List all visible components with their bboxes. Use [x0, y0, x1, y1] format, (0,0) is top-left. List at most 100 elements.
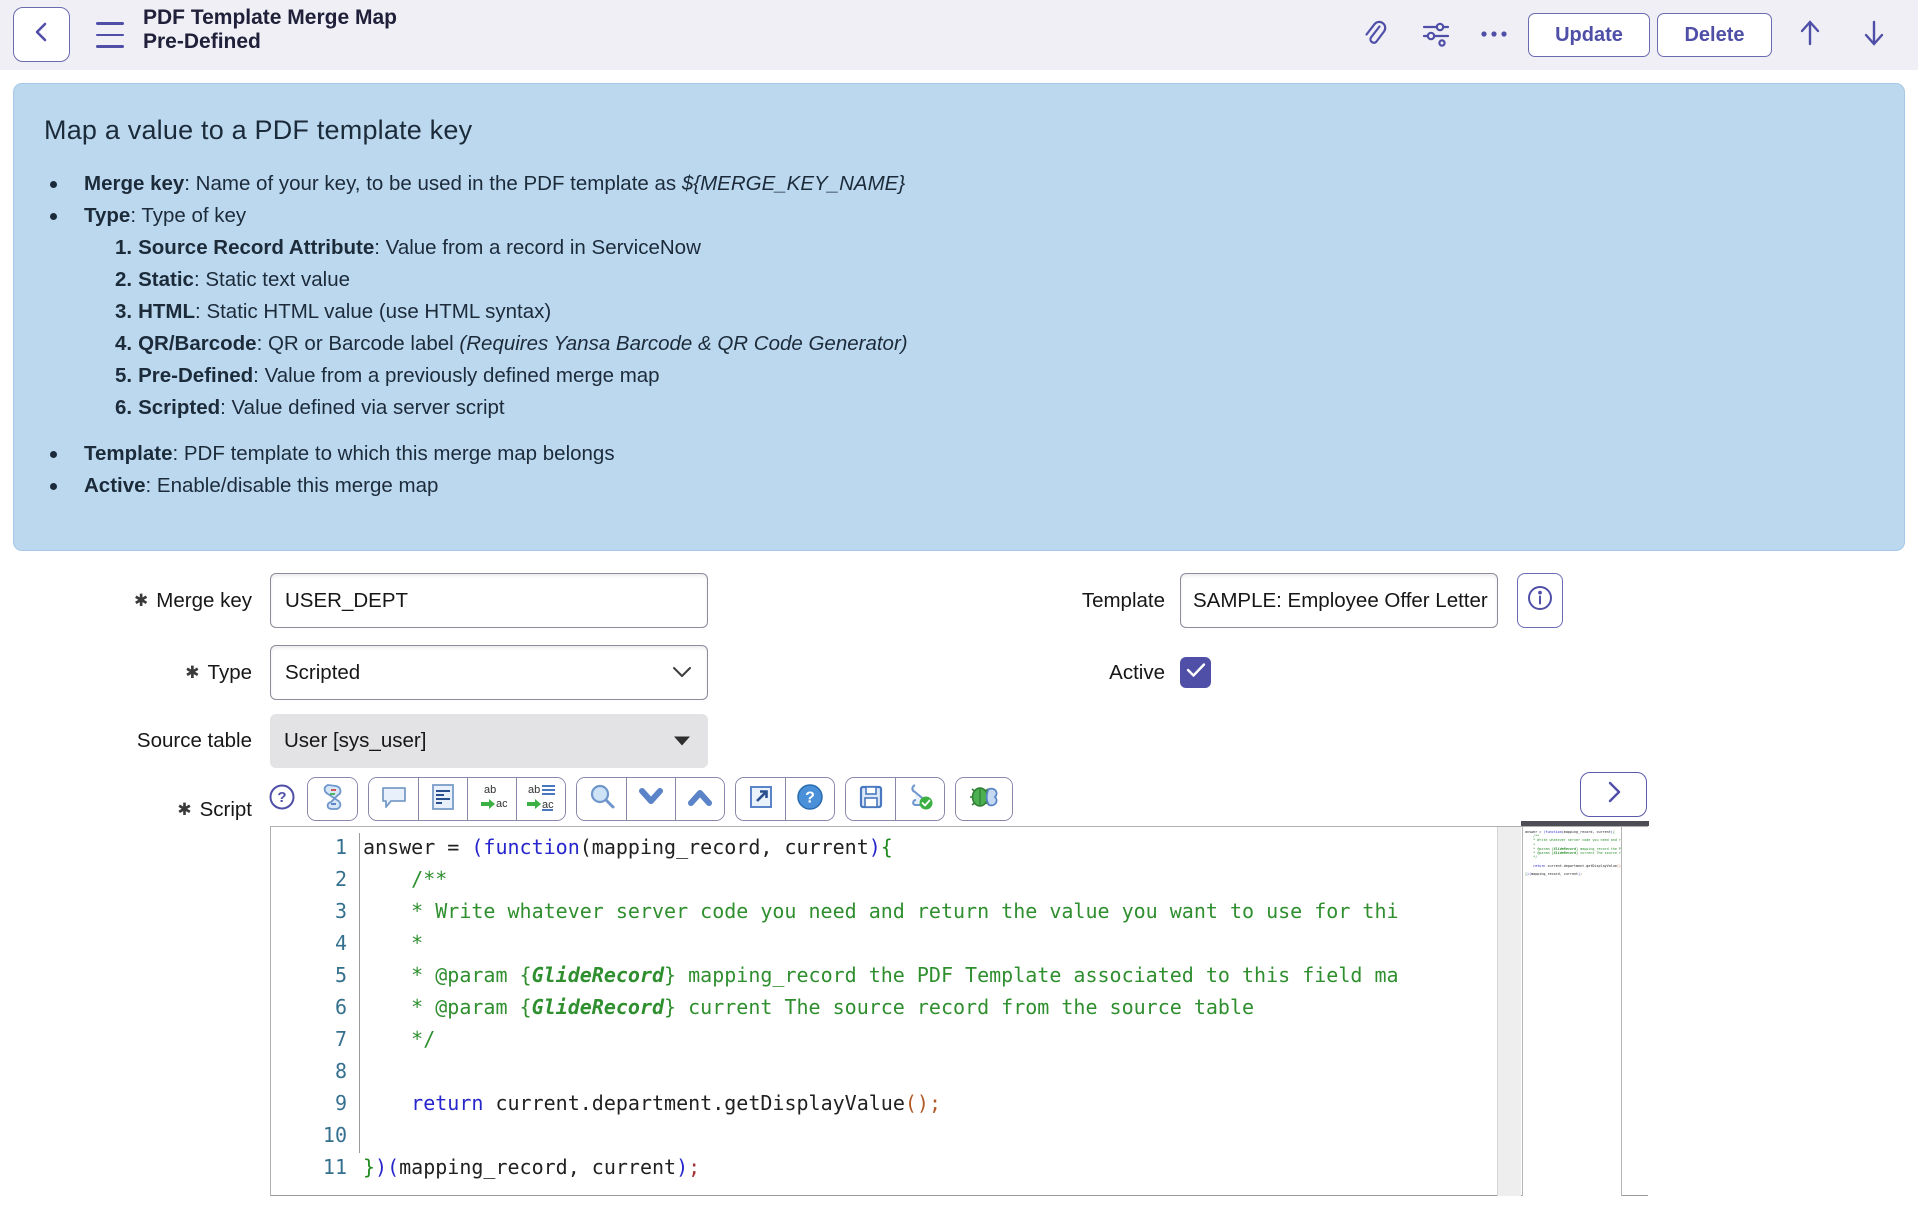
svg-text:ac: ac [496, 798, 507, 810]
open-in-new-window-button[interactable] [736, 778, 785, 820]
popout-icon [748, 784, 774, 815]
script-editor: 1234567891011 answer = (function(mapping… [270, 826, 1648, 1196]
bug-icon [967, 783, 1001, 816]
update-button[interactable]: Update [1528, 13, 1650, 57]
info-bullet-active: Active: Enable/disable this merge map [44, 470, 1874, 502]
magnifier-icon [587, 782, 617, 817]
comment-bubble-icon [380, 784, 408, 815]
validate-script-button[interactable] [895, 778, 944, 820]
chevron-down-bold-icon [637, 787, 665, 812]
type-label: ✱Type [0, 645, 252, 701]
page-title-line1: PDF Template Merge Map [143, 6, 397, 30]
info-bullet-merge-key: Merge key: Name of your key, to be used … [44, 168, 1874, 200]
script-label: ✱Script [0, 790, 252, 831]
arrow-down-icon [1859, 16, 1889, 55]
template-preview-button[interactable] [1517, 573, 1563, 628]
expand-editor-button[interactable] [1580, 772, 1647, 817]
info-sub-item-2: 2.Static: Static text value [44, 264, 1874, 296]
info-sub-item-6: 6.Scripted: Value defined via server scr… [44, 392, 1874, 424]
search-group [576, 777, 725, 821]
chevron-left-icon [30, 18, 54, 51]
page-title-line2: Pre-Defined [143, 30, 397, 54]
active-checkbox[interactable] [1180, 657, 1211, 688]
chevron-up-bold-icon [686, 787, 714, 812]
checkmark-icon [1186, 662, 1206, 683]
editor-minimap[interactable]: answer = (function(mapping_record, curre… [1522, 827, 1622, 1196]
script-field-group [307, 777, 358, 821]
personalize-form-button[interactable] [1418, 17, 1454, 53]
save-button[interactable] [846, 778, 895, 820]
svg-text:?: ? [277, 789, 286, 806]
merge-key-input[interactable]: USER_DEPT [270, 573, 708, 628]
required-icon: ✱ [185, 663, 199, 682]
save-group [845, 777, 945, 821]
bullet-icon [50, 451, 57, 458]
more-options-button[interactable] [1476, 17, 1512, 53]
edit-group: abac abac [368, 777, 566, 821]
format-code-button[interactable] [418, 778, 467, 820]
active-label: Active [900, 645, 1165, 700]
format-document-icon [430, 783, 456, 816]
template-input[interactable]: SAMPLE: Employee Offer Letter [1181, 574, 1498, 627]
replace-button[interactable]: abac [467, 778, 516, 820]
script-check-icon [905, 783, 935, 816]
help-filled-icon: ? [796, 783, 824, 816]
merge-key-value: USER_DEPT [285, 589, 408, 613]
svg-text:ab: ab [484, 784, 496, 796]
context-menu-icon[interactable] [96, 22, 124, 48]
attachment-button[interactable] [1356, 17, 1392, 53]
code-lines[interactable]: answer = (function(mapping_record, curre… [363, 831, 1497, 1183]
debug-group [955, 777, 1013, 821]
merge-key-label: ✱Merge key [0, 573, 252, 629]
scroll-up-button[interactable] [1792, 17, 1828, 53]
indent-guide [359, 833, 360, 1153]
window-group: ? [735, 777, 835, 821]
field-help-button[interactable]: ? [267, 784, 297, 814]
editor-help-button[interactable]: ? [785, 778, 834, 820]
floppy-disk-icon [858, 784, 884, 815]
find-next-button[interactable] [626, 778, 675, 820]
scroll-down-button[interactable] [1856, 17, 1892, 53]
paperclip-icon [1360, 18, 1388, 53]
replace-all-button[interactable]: abac [516, 778, 565, 820]
template-label: Template [900, 573, 1165, 628]
update-button-label: Update [1555, 24, 1623, 47]
source-table-label: Source table [0, 714, 252, 768]
minimap-content: answer = (function(mapping_record, curre… [1525, 830, 1619, 876]
type-select[interactable]: Scripted [270, 645, 708, 700]
editor-scroll-handle[interactable] [1521, 821, 1649, 826]
svg-text:ab: ab [528, 784, 540, 796]
info-message: Map a value to a PDF template key Merge … [13, 83, 1905, 551]
type-value: Scripted [285, 661, 360, 685]
page: PDF Template Merge Map Pre-Defined [0, 0, 1918, 1212]
delete-button-label: Delete [1684, 24, 1744, 47]
debug-button[interactable] [956, 778, 1012, 820]
page-title: PDF Template Merge Map Pre-Defined [143, 6, 397, 54]
toggle-comment-button[interactable] [369, 778, 418, 820]
search-button[interactable] [577, 778, 626, 820]
chevron-down-icon [671, 661, 693, 685]
template-reference-field: SAMPLE: Employee Offer Letter [1180, 573, 1498, 628]
sliders-icon [1421, 19, 1451, 52]
template-value: SAMPLE: Employee Offer Letter [1193, 589, 1488, 613]
bullet-icon [50, 483, 57, 490]
info-sub-item-1: 1.Source Record Attribute: Value from a … [44, 232, 1874, 264]
delete-button[interactable]: Delete [1657, 13, 1772, 57]
source-table-value: User [sys_user] [284, 729, 426, 753]
info-sub-item-3: 3.HTML: Static HTML value (use HTML synt… [44, 296, 1874, 328]
editor-vertical-scrollbar[interactable] [1497, 827, 1521, 1196]
info-bullet-type: Type: Type of key [44, 200, 1874, 232]
script-field-button[interactable] [308, 778, 357, 820]
form-header: PDF Template Merge Map Pre-Defined [0, 0, 1918, 70]
replace-icon: abac [477, 782, 507, 817]
arrow-up-icon [1795, 16, 1825, 55]
info-icon [1526, 584, 1554, 617]
info-sub-item-5: 5.Pre-Defined: Value from a previously d… [44, 360, 1874, 392]
source-table-select[interactable]: User [sys_user] [270, 714, 708, 768]
back-button[interactable] [13, 7, 70, 62]
triangle-down-icon [674, 737, 690, 746]
find-previous-button[interactable] [675, 778, 724, 820]
help-circle-icon: ? [268, 783, 296, 816]
required-icon: ✱ [177, 800, 191, 819]
replace-all-icon: abac [525, 782, 557, 817]
